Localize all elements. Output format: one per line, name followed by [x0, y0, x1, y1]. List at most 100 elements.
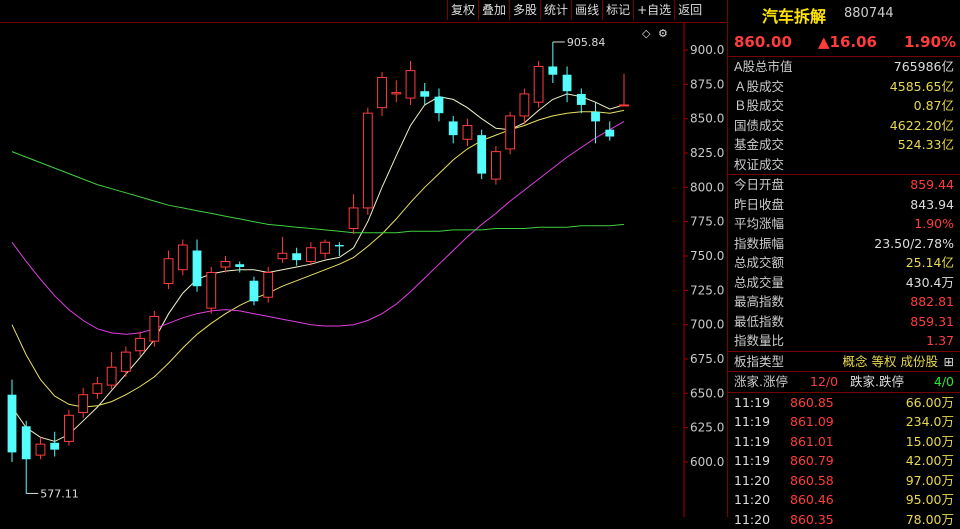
tick-price: 860.79	[790, 451, 834, 471]
stat-row: 权证成交	[728, 155, 960, 175]
y-tick-label: 800.0	[690, 180, 724, 194]
toolbar-button[interactable]: 复权	[447, 0, 478, 20]
tick-price: 860.35	[790, 510, 834, 529]
candle	[534, 61, 543, 108]
candle-body	[591, 112, 600, 122]
candle-body	[392, 93, 401, 94]
stat-value: 859.31	[910, 312, 954, 332]
fall-value: 4/0	[934, 372, 954, 392]
candle	[491, 146, 500, 184]
candle-body	[363, 113, 372, 208]
stat-value: 4585.65亿	[890, 77, 954, 97]
y-tick-label: 750.0	[690, 249, 724, 263]
toolbar-button[interactable]: 返回	[674, 0, 705, 20]
candle	[292, 248, 301, 266]
candle-body	[534, 66, 543, 102]
candle	[406, 61, 415, 105]
toolbar-button[interactable]: 多股	[509, 0, 540, 20]
candle	[50, 432, 59, 457]
y-tick-label: 700.0	[690, 318, 724, 332]
chart-toolbar: 复权叠加多股统计画线标记+自选返回	[447, 0, 705, 20]
candle-body	[178, 245, 187, 270]
candle	[435, 88, 444, 121]
stat-row: A股总市值765986亿	[728, 57, 960, 77]
tick-time: 11:20	[734, 471, 770, 491]
index-type-value[interactable]: 概念 等权 成份股	[843, 352, 938, 372]
candle-body	[406, 71, 415, 98]
stat-row: 最高指数882.81	[728, 292, 960, 312]
rise-value: 12/0	[810, 372, 838, 392]
candle-body	[292, 253, 301, 260]
candle	[250, 277, 259, 306]
tick-time: 11:19	[734, 412, 770, 432]
candle-body	[463, 126, 472, 140]
candle	[378, 72, 387, 116]
index-type-label: 板指类型	[734, 352, 784, 372]
toolbar-button[interactable]: 标记	[602, 0, 633, 20]
candle	[420, 83, 429, 105]
toolbar-button[interactable]: 统计	[540, 0, 571, 20]
stat-label: 平均涨幅	[734, 214, 784, 234]
candle	[321, 240, 330, 259]
tick-volume: 234.0万	[906, 412, 954, 432]
breadth-row: 涨家.涨停 12/0 跌家.跌停 4/0	[728, 372, 960, 393]
tick-list[interactable]: 11:19860.8566.00万11:19861.09234.0万11:198…	[728, 393, 960, 529]
y-tick-label: 600.0	[690, 455, 724, 469]
stat-label: 昨日收盘	[734, 195, 784, 215]
stat-value: 4622.20亿	[890, 116, 954, 136]
candle-body	[150, 316, 159, 341]
toolbar-button[interactable]: 叠加	[478, 0, 509, 20]
candle-body	[620, 105, 629, 106]
tick-volume: 66.00万	[906, 393, 954, 413]
stat-row: 总成交量430.4万	[728, 273, 960, 293]
settings-icon[interactable]: ⚙	[658, 27, 668, 40]
candle-body	[563, 75, 572, 91]
high-annotation: 905.84	[567, 36, 606, 49]
candle-body	[50, 443, 59, 450]
candle	[107, 352, 116, 389]
index-stats: 今日开盘859.44昨日收盘843.94平均涨幅1.90%指数振幅23.50/2…	[728, 175, 960, 352]
candle-body	[221, 261, 230, 266]
toolbar-button[interactable]: +自选	[633, 0, 674, 20]
candle	[65, 410, 74, 446]
stat-label: 最低指数	[734, 312, 784, 332]
candle	[193, 240, 202, 292]
tick-time: 11:19	[734, 451, 770, 471]
stat-label: 最高指数	[734, 292, 784, 312]
kline-chart[interactable]: 900.0875.0850.0825.0800.0775.0750.0725.0…	[0, 22, 727, 517]
candle-body	[335, 245, 344, 246]
stat-value: 843.94	[910, 195, 954, 215]
candle	[164, 251, 173, 289]
candle	[207, 267, 216, 314]
stat-value: 524.33亿	[898, 135, 954, 155]
candle-body	[107, 367, 116, 385]
tick-row: 11:20860.4695.00万	[728, 490, 960, 510]
candle-body	[548, 66, 557, 74]
stat-label: 基金成交	[734, 135, 784, 155]
grid-icon[interactable]: ⊞	[944, 352, 954, 372]
candle-body	[506, 116, 515, 149]
candle	[150, 311, 159, 347]
candle	[136, 332, 145, 357]
stat-label: 今日开盘	[734, 175, 784, 195]
candle-body	[605, 130, 614, 137]
diamond-icon[interactable]: ◇	[642, 27, 651, 40]
candle	[22, 421, 31, 494]
tick-time: 11:20	[734, 510, 770, 529]
stat-label: 指数量比	[734, 331, 784, 351]
market-summary: A股总市值765986亿Ａ股成交4585.65亿Ｂ股成交0.87亿国债成交462…	[728, 57, 960, 175]
candle-body	[36, 444, 45, 455]
quote-panel: 汽车拆解 880744 860.00 ▲16.06 1.90% A股总市值765…	[727, 0, 960, 517]
candle	[178, 240, 187, 276]
toolbar-button[interactable]: 画线	[571, 0, 602, 20]
stat-row: 国债成交4622.20亿	[728, 116, 960, 136]
tick-price: 861.09	[790, 412, 834, 432]
index-name: 汽车拆解	[762, 3, 826, 27]
stat-row: Ｂ股成交0.87亿	[728, 96, 960, 116]
stat-value: 430.4万	[906, 273, 954, 293]
ma-fast-line	[12, 94, 624, 442]
tick-row: 11:19 861.09 234.0万	[728, 412, 960, 432]
stat-value: 25.14亿	[906, 253, 954, 273]
tick-volume: 15.00万	[906, 432, 954, 452]
candle-body	[435, 97, 444, 113]
